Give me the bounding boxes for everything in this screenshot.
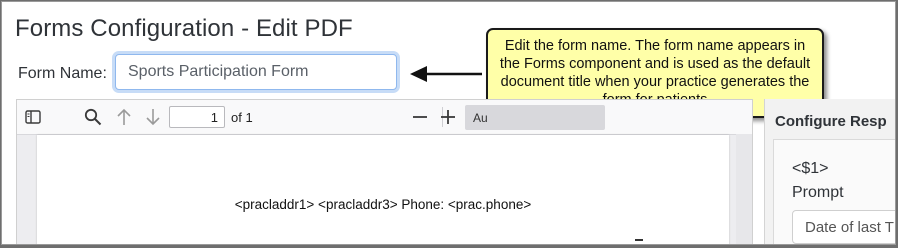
- pdf-scrollbar[interactable]: [736, 134, 752, 244]
- page-number-input[interactable]: [169, 106, 225, 128]
- page-title: Forms Configuration - Edit PDF: [15, 15, 353, 42]
- prompt-label: Prompt: [792, 184, 844, 201]
- app-window: Forms Configuration - Edit PDF Form Name…: [1, 1, 896, 245]
- field-card: <$1> Prompt Date of last T: [773, 139, 895, 244]
- arrow-up-icon[interactable]: [114, 107, 134, 127]
- pdf-page: <pracladdr1> <pracladdr3> Phone: <prac.p…: [37, 135, 729, 244]
- zoom-out-icon[interactable]: [410, 107, 430, 127]
- arrow-down-icon[interactable]: [143, 107, 163, 127]
- panel-header: Configure Resp: [775, 113, 887, 130]
- pdf-viewer: of 1 Au <pracladdr1> <pracladdr3> Phone:…: [16, 99, 753, 244]
- sidebar-toggle-icon[interactable]: [23, 107, 43, 127]
- page-count: of 1: [231, 110, 253, 125]
- form-name-label: Form Name:: [18, 65, 107, 82]
- form-name-input[interactable]: [115, 54, 397, 90]
- configure-responses-panel: Configure Resp <$1> Prompt Date of last …: [764, 99, 895, 244]
- pdf-mark: [635, 239, 643, 241]
- zoom-in-icon[interactable]: [438, 107, 458, 127]
- pdf-text-line: <pracladdr1> <pracladdr3> Phone: <prac.p…: [234, 197, 532, 212]
- search-icon[interactable]: [83, 107, 103, 127]
- field-name: <$1>: [792, 160, 829, 177]
- pdf-toolbar: of 1 Au: [17, 100, 752, 135]
- zoom-select[interactable]: Au: [465, 105, 605, 130]
- prompt-input[interactable]: Date of last T: [792, 210, 895, 244]
- left-arrow-icon: [410, 66, 482, 82]
